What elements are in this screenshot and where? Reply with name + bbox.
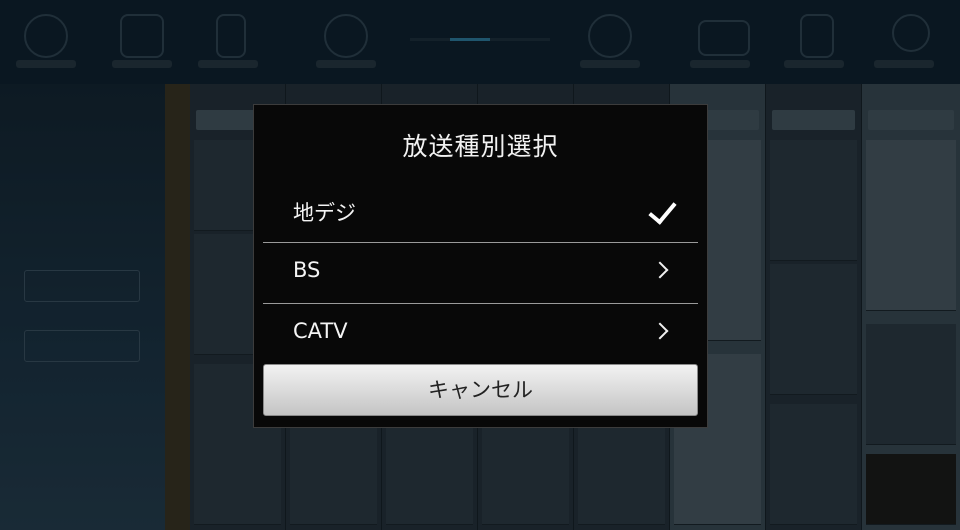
dialog-title: 放送種別選択: [402, 132, 559, 161]
option-label: BS: [293, 258, 321, 282]
option-terrestrial[interactable]: 地デジ: [263, 183, 698, 243]
option-label: CATV: [293, 319, 348, 343]
checkmark-icon: [648, 195, 677, 225]
option-label: 地デジ: [293, 201, 356, 225]
option-separator: [263, 303, 698, 304]
cancel-button[interactable]: キャンセル: [263, 364, 698, 416]
option-separator: [263, 242, 698, 243]
chevron-right-icon: [651, 261, 669, 279]
option-catv[interactable]: CATV: [263, 305, 698, 365]
option-bs[interactable]: BS: [263, 244, 698, 304]
broadcast-type-dialog: 放送種別選択 地デジ BS CATV キャンセル: [253, 104, 708, 428]
chevron-right-icon: [651, 322, 669, 340]
